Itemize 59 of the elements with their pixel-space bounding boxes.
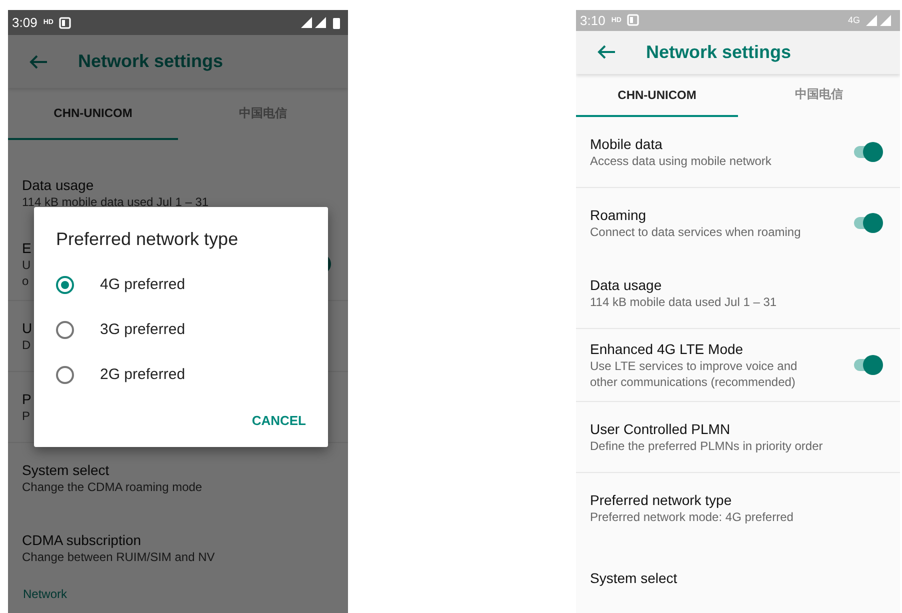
setting-summary: Change between RUIM/SIM and NV (22, 550, 215, 564)
setting-summary: Use LTE services to improve voice and (590, 359, 798, 373)
signal-icon (866, 14, 892, 26)
setting-title: Data usage (590, 277, 662, 293)
radio-button[interactable] (56, 320, 74, 338)
setting-summary: Change the CDMA roaming mode (22, 480, 202, 494)
setting-title: U (22, 320, 32, 336)
setting-row[interactable]: Enhanced 4G LTE Mode Use LTE services to improve voice and other communications (recommended) (576, 329, 900, 402)
setting-summary: Access data using mobile network (590, 154, 772, 168)
back-arrow-icon[interactable] (596, 44, 616, 60)
setting-row[interactable]: System select Change the CDMA roaming mode (8, 443, 348, 513)
square-icon (59, 16, 72, 28)
setting-row[interactable]: Data usage 114 kB mobile data used Jul 1 – 31 (576, 258, 900, 329)
cancel-button[interactable]: CANCEL (252, 407, 306, 434)
setting-summary: U (22, 258, 31, 272)
setting-row[interactable]: CDMA subscription Change between RUIM/SIM and NV (8, 513, 348, 583)
setting-summary: P (22, 409, 30, 423)
setting-summary: Preferred network mode: 4G preferred (590, 510, 794, 524)
option-label: 2G preferred (100, 366, 186, 383)
dialog-title: Preferred network type (56, 229, 240, 250)
option-label: 4G preferred (100, 276, 186, 293)
carrier-tab[interactable]: CHN-UNICOM (576, 74, 738, 117)
setting-title: System select (590, 570, 678, 586)
setting-row[interactable]: System select (576, 543, 900, 613)
setting-summary: 114 kB mobile data used Jul 1 – 31 (22, 195, 209, 209)
setting-title: System select (22, 462, 110, 478)
signal-icon (301, 17, 327, 28)
screen-title: Network settings (78, 51, 224, 72)
setting-title: P (22, 391, 32, 407)
setting-title: CDMA subscription (22, 532, 142, 548)
setting-row[interactable]: User Controlled PLMN Define the preferred PLMNs in priority order (576, 402, 900, 473)
setting-title: Data usage (22, 177, 94, 193)
setting-title: E (22, 240, 32, 256)
status-time: 3:10 (580, 12, 606, 28)
screen-title: Network settings (646, 42, 792, 63)
setting-row[interactable]: Roaming Connect to data services when roaming (576, 188, 900, 258)
setting-title: User Controlled PLMN (590, 421, 730, 437)
setting-summary: D (22, 338, 31, 352)
battery-icon (333, 16, 340, 28)
setting-summary: o (22, 274, 29, 288)
setting-title: Roaming (590, 207, 646, 223)
setting-title: Mobile data (590, 136, 662, 152)
section-header: Network (22, 586, 68, 603)
setting-row[interactable]: Mobile data Access data using mobile network (576, 117, 900, 188)
setting-summary: 114 kB mobile data used Jul 1 – 31 (590, 295, 777, 309)
setting-title: Enhanced 4G LTE Mode (590, 341, 744, 357)
radio-button[interactable] (56, 276, 74, 294)
setting-summary: Connect to data services when roaming (590, 225, 801, 239)
status-time: 3:09 (12, 15, 38, 30)
radio-button[interactable] (56, 366, 74, 384)
back-arrow-icon[interactable] (28, 54, 48, 70)
setting-summary: Define the preferred PLMNs in priority order (590, 439, 823, 453)
setting-summary: other communications (recommended) (590, 375, 796, 389)
setting-title: Preferred network type (590, 492, 732, 508)
network-type: 4G (848, 15, 860, 26)
setting-row[interactable]: Preferred network type Preferred network mode: 4G preferred (576, 473, 900, 543)
square-icon (627, 14, 640, 26)
carrier-tab[interactable]: CHN-UNICOM (8, 88, 178, 140)
option-label: 3G preferred (100, 321, 186, 338)
